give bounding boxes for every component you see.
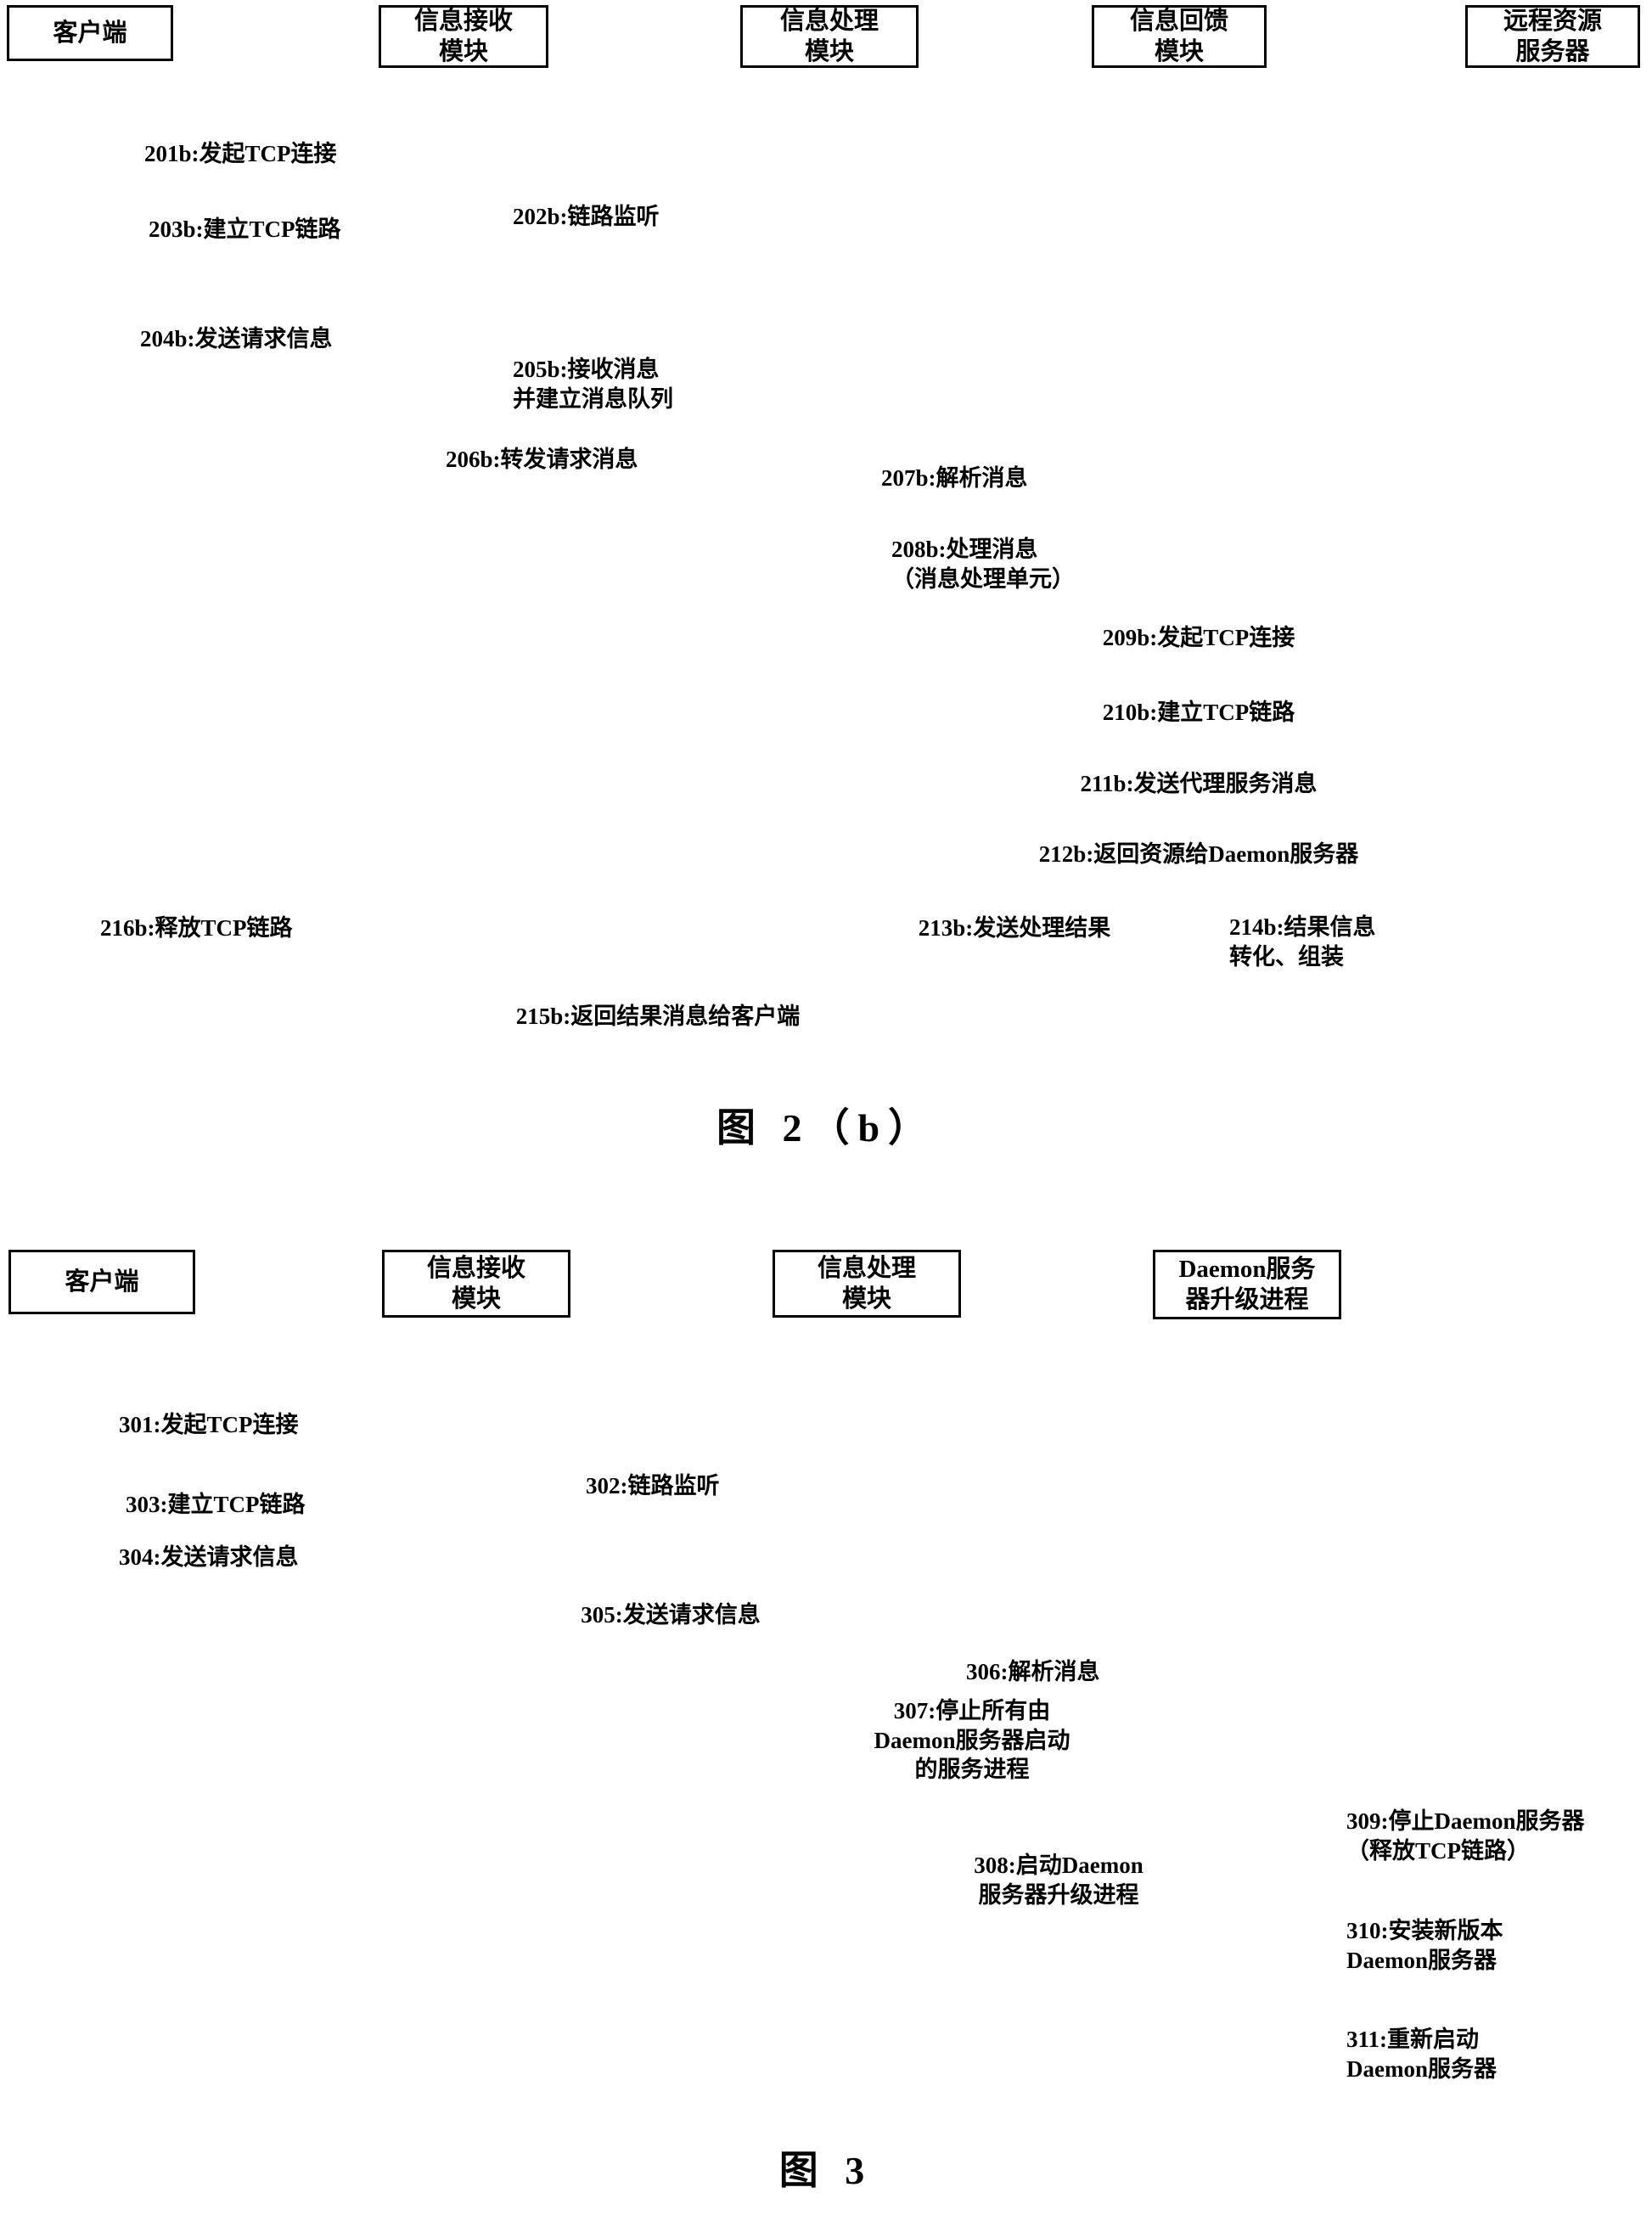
message-label-213b: 213b:发送处理结果 (918, 915, 1111, 941)
message-label-212b: 212b:返回资源给Daemon服务器 (1038, 841, 1359, 867)
message-label-203b: 203b:建立TCP链路 (149, 216, 341, 242)
message-label-204b: 204b:发送请求信息 (140, 326, 333, 351)
actor-box-client: 客户端 (8, 1250, 195, 1314)
message-label-311: 311:重新启动 Daemon服务器 (1346, 2027, 1497, 2082)
message-label-301: 301:发起TCP连接 (119, 1412, 299, 1437)
actor-box-info-receive: 信息接收 模块 (382, 1250, 570, 1318)
message-label-310: 310:安装新版本 Daemon服务器 (1346, 1918, 1503, 1973)
message-label-305: 305:发送请求信息 (581, 1602, 761, 1628)
message-label-205b: 205b:接收消息 并建立消息队列 (513, 357, 673, 412)
message-label-211b: 211b:发送代理服务消息 (1080, 771, 1318, 796)
message-label-309: 309:停止Daemon服务器 （释放TCP链路） (1346, 1808, 1585, 1864)
message-label-216b: 216b:释放TCP链路 (100, 915, 293, 941)
message-label-304: 304:发送请求信息 (119, 1544, 299, 1570)
message-label-208b: 208b:处理消息 （消息处理单元） (891, 537, 1075, 592)
message-label-308: 308:启动Daemon 服务器升级进程 (974, 1853, 1143, 1908)
actor-box-daemon-upgrade: Daemon服务 器升级进程 (1153, 1250, 1341, 1319)
message-label-306: 306:解析消息 (966, 1659, 1100, 1684)
message-label-302: 302:链路监听 (586, 1473, 720, 1498)
actor-box-info-feedback: 信息回馈 模块 (1092, 5, 1267, 68)
message-label-201b: 201b:发起TCP连接 (144, 141, 337, 166)
message-label-307: 307:停止所有由 Daemon服务器启动 的服务进程 (874, 1698, 1070, 1783)
message-label-206b: 206b:转发请求消息 (446, 447, 638, 472)
message-label-207b: 207b:解析消息 (881, 465, 1028, 491)
message-label-202b: 202b:链路监听 (513, 204, 660, 229)
figure-caption-fig3: 图 3 (778, 2149, 874, 2192)
message-label-210b: 210b:建立TCP链路 (1102, 700, 1295, 725)
message-label-215b: 215b:返回结果消息给客户端 (515, 1004, 801, 1029)
message-label-209b: 209b:发起TCP连接 (1102, 625, 1295, 650)
figure-caption-fig2b: 图 2（b） (716, 1106, 936, 1150)
actor-box-info-receive: 信息接收 模块 (379, 5, 548, 68)
actor-box-remote-resource: 远程资源 服务器 (1465, 5, 1640, 68)
actor-box-client: 客户端 (7, 5, 173, 61)
message-label-214b: 214b:结果信息 转化、组装 (1229, 914, 1376, 970)
actor-box-info-process: 信息处理 模块 (773, 1250, 961, 1318)
message-label-303: 303:建立TCP链路 (126, 1492, 306, 1517)
actor-box-info-process: 信息处理 模块 (740, 5, 919, 68)
